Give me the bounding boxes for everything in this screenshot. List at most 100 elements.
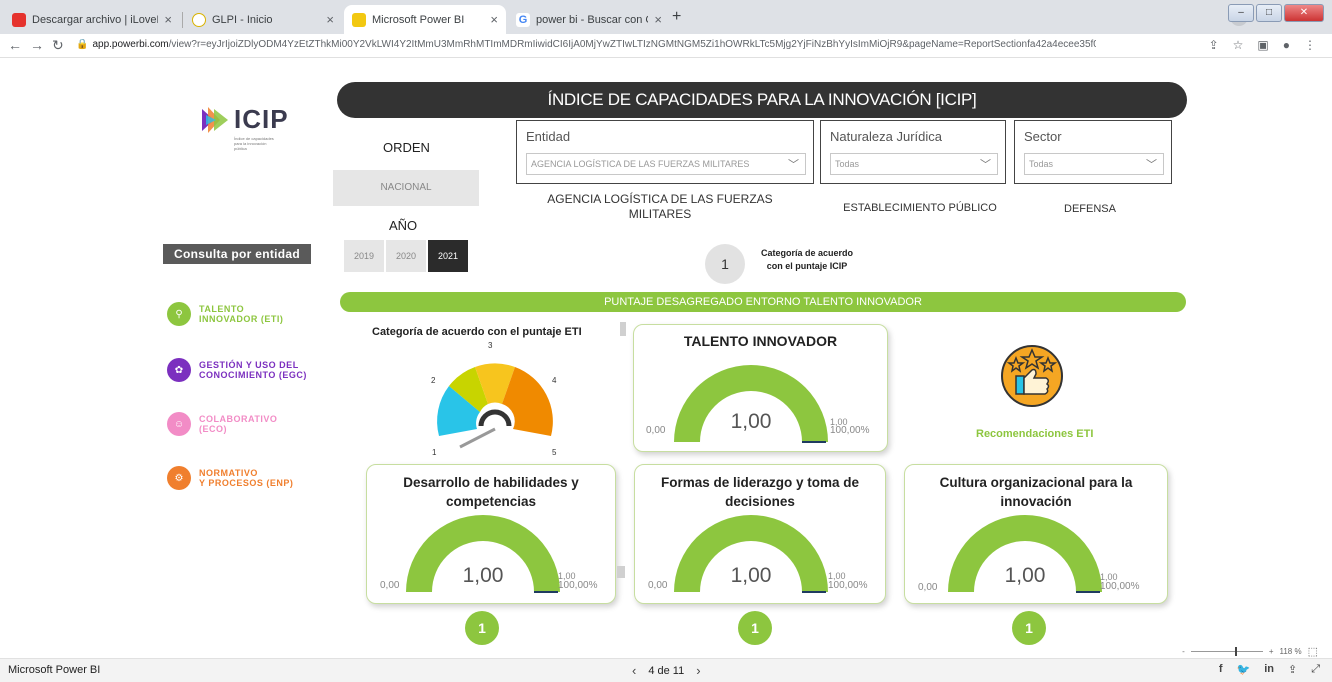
sector-dropdown[interactable]: Todas ﹀ [1024, 153, 1164, 175]
address-bar: ← → ↻ 🔒 app.powerbi.com/view?r=eyJrIjoiZD… [0, 34, 1332, 58]
previous-page-button[interactable]: ‹ [632, 663, 636, 678]
collab-icon: ☺ [167, 412, 191, 436]
window-controls: – □ ✕ [1228, 4, 1324, 22]
nav-label: GESTIÓN Y USO DEL CONOCIMIENTO (EGC) [199, 360, 307, 380]
tab-title: GLPI - Inicio [212, 13, 273, 26]
sidebar-icon[interactable]: ▣ [1257, 38, 1268, 52]
nav-normativo-procesos[interactable]: ⚙ NORMATIVO Y PROCESOS (ENP) [167, 466, 293, 490]
nav-gestion-conocimiento[interactable]: ✿ GESTIÓN Y USO DEL CONOCIMIENTO (EGC) [167, 358, 307, 382]
gauge-min: 0,00 [380, 580, 400, 591]
minimize-button[interactable]: – [1228, 4, 1254, 22]
chevron-down-icon: ﹀ [788, 159, 799, 171]
orden-label: ORDEN [383, 140, 430, 155]
linkedin-icon[interactable]: in [1264, 663, 1274, 676]
close-icon[interactable]: × [654, 12, 662, 27]
consulta-por-entidad-label: Consulta por entidad [163, 244, 311, 264]
gauge-max: 100,00% [558, 580, 598, 591]
entity-name: AGENCIA LOGÍSTICA DE LAS FUERZAS MILITAR… [547, 192, 773, 221]
star-icon[interactable]: ☆ [1233, 38, 1244, 52]
twitter-icon[interactable]: 🐦 [1236, 663, 1250, 676]
gauge-needle [459, 427, 496, 449]
scroll-handle[interactable] [617, 566, 625, 578]
card-title: Formas de liderazgo y toma de decisiones [660, 475, 860, 509]
filter-label: Naturaleza Jurídica [830, 129, 942, 144]
tab-ilovepdf[interactable]: Descargar archivo | iLovePDF × [4, 5, 180, 34]
gauge-min: 0,00 [648, 580, 668, 591]
nav-talento-innovador[interactable]: ⚲ TALENTO INNOVADOR (ETI) [167, 302, 283, 326]
eti-category-gauge: 1 2 3 4 5 [431, 341, 557, 457]
glpi-icon [192, 12, 206, 27]
zoom-out-button[interactable]: - [1182, 647, 1185, 656]
year-button-2021[interactable]: 2021 [428, 240, 468, 272]
nav-colaborativo[interactable]: ☺ COLABORATIVO (ECO) [167, 412, 277, 436]
new-tab-button[interactable]: + [672, 8, 681, 26]
dropdown-value: Todas [1029, 159, 1054, 169]
next-page-button[interactable]: › [696, 663, 700, 678]
share-icon[interactable]: ⇪ [1288, 663, 1297, 676]
report-canvas: ICIP Índice de capacidades para la innov… [0, 58, 1332, 645]
powerbi-icon [352, 12, 366, 27]
facebook-icon[interactable]: f [1219, 663, 1223, 676]
entidad-dropdown[interactable]: AGENCIA LOGÍSTICA DE LAS FUERZAS MILITAR… [526, 153, 806, 175]
maximize-button[interactable]: □ [1256, 4, 1282, 22]
url-path: /view?r=eyJrIjoiZDlyODM4YzEtZThkMi00Y2Vk… [168, 39, 1096, 50]
process-icon: ⚙ [167, 466, 191, 490]
gauge-hub [478, 409, 512, 427]
close-window-button[interactable]: ✕ [1284, 4, 1324, 22]
naturaleza-value: ESTABLECIMIENTO PÚBLICO [843, 202, 997, 214]
chevron-down-icon: ﹀ [1146, 159, 1157, 171]
gauge-tick-label: 1 [432, 448, 437, 457]
thumbs-up-stars-icon[interactable] [1000, 344, 1064, 408]
orden-slicer[interactable]: NACIONAL [333, 170, 479, 206]
share-icon[interactable]: ⇪ [1209, 38, 1219, 52]
section-title-bar: PUNTAJE DESAGREGADO ENTORNO TALENTO INNO… [340, 292, 1186, 312]
zoom-in-button[interactable]: + [1269, 647, 1274, 656]
gauge-tick-label: 5 [552, 448, 557, 457]
gauge-value: 1,00 [462, 564, 504, 587]
recomendaciones-link[interactable]: Recomendaciones ETI [976, 428, 1093, 440]
gauge-tick-label: 4 [552, 376, 557, 385]
gauge-value: 1,00 [1004, 564, 1046, 587]
year-button-2019[interactable]: 2019 [344, 240, 384, 272]
fullscreen-icon[interactable]: ⤢ [1311, 663, 1320, 676]
gauge-value: 1,00 [730, 410, 772, 433]
card-title: Desarrollo de habilidades y competencias [403, 475, 579, 509]
reload-icon[interactable]: ↻ [52, 37, 64, 54]
filter-label: Sector [1024, 129, 1062, 144]
profile-icon[interactable]: ● [1283, 38, 1290, 52]
entidad-filter: Entidad AGENCIA LOGÍSTICA DE LAS FUERZAS… [516, 120, 814, 184]
page-navigator: ‹ 4 de 11 › [632, 663, 701, 678]
dropdown-value: Todas [835, 159, 860, 169]
app-name: Microsoft Power BI [8, 664, 101, 676]
naturaleza-filter: Naturaleza Jurídica Todas ﹀ [820, 120, 1006, 184]
scroll-handle[interactable] [620, 322, 626, 336]
forward-icon[interactable]: → [30, 37, 44, 53]
page-indicator: 4 de 11 [648, 664, 685, 677]
close-icon[interactable]: × [490, 12, 498, 27]
tab-google[interactable]: G power bi - Buscar con Google × [508, 5, 670, 34]
share-actions: f 🐦 in ⇪ ⤢ [1219, 663, 1320, 676]
filter-label: Entidad [526, 129, 571, 144]
zoom-slider-handle[interactable] [1234, 647, 1237, 656]
menu-icon[interactable]: ⋮ [1304, 38, 1316, 52]
gauge-tick-label: 3 [488, 341, 493, 350]
back-icon[interactable]: ← [8, 37, 22, 53]
close-icon[interactable]: × [326, 12, 334, 27]
sector-filter: Sector Todas ﹀ [1014, 120, 1172, 184]
naturaleza-dropdown[interactable]: Todas ﹀ [830, 153, 998, 175]
tab-glpi[interactable]: GLPI - Inicio × [184, 5, 342, 34]
tab-powerbi[interactable]: Microsoft Power BI × [344, 5, 506, 34]
report-title: ÍNDICE DE CAPACIDADES PARA LA INNOVACIÓN… [337, 82, 1187, 118]
desarrollo-category-badge: 1 [465, 611, 499, 645]
heart-icon [12, 12, 26, 27]
icip-category-label: Categoría de acuerdo con el puntaje ICIP [760, 248, 854, 271]
fit-to-page-icon[interactable]: ⬚ [1308, 645, 1318, 658]
liderazgo-category-badge: 1 [738, 611, 772, 645]
gauge-max: 100,00% [830, 425, 870, 436]
year-button-2020[interactable]: 2020 [386, 240, 426, 272]
zoom-slider[interactable] [1190, 647, 1263, 656]
gauge-max: 100,00% [828, 580, 868, 591]
nav-label: COLABORATIVO (ECO) [199, 414, 278, 434]
url-field[interactable]: 🔒 app.powerbi.com/view?r=eyJrIjoiZDlyODM4… [76, 39, 1096, 50]
close-icon[interactable]: × [164, 12, 172, 27]
